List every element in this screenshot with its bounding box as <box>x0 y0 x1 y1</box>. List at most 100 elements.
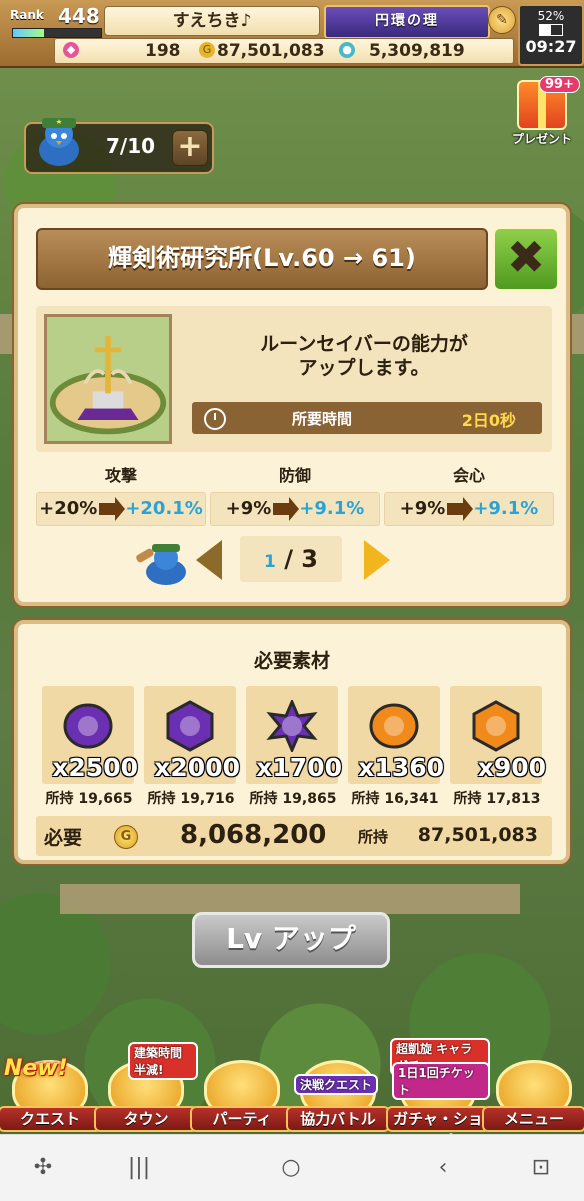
stat-from: +9% <box>399 498 446 519</box>
facility-info-panel: ルーンセイバーの能力が アップします。 所要時間 2日0秒 <box>36 306 552 452</box>
system-nav-bar: ✣ ||| ○ ‹ ⊡ <box>0 1134 584 1201</box>
material-item[interactable]: x1700 所持 19,865 <box>246 686 342 808</box>
arrow-right-icon <box>273 497 300 521</box>
nav-party[interactable]: パーティ <box>190 1060 294 1132</box>
nav-coop-battle[interactable]: 決戦クエスト 協力バトル <box>286 1060 390 1132</box>
device-status: 52% 09:27 <box>518 4 584 66</box>
nav-label: パーティ <box>190 1106 294 1132</box>
builder-count: 7/10 <box>106 134 156 158</box>
nav-label: タウン <box>94 1106 198 1132</box>
material-owned: 所持 19,665 <box>45 791 133 807</box>
materials-dialog: 必要素材 x2500 所持 19,665 x2000 所持 19,716 x1700 所持… <box>14 620 570 864</box>
close-button[interactable]: ✖ <box>492 226 560 292</box>
cost-value: 8,068,200 <box>180 820 327 850</box>
top-status-bar: Rank 448 すえちき♪ 円環の理 ✎ ◆ 198 G 87,501,083… <box>0 0 584 68</box>
gem-count: 198 <box>145 41 181 61</box>
material-item[interactable]: x2000 所持 19,716 <box>144 686 240 808</box>
material-owned: 所持 19,716 <box>147 791 235 807</box>
back-icon[interactable]: ‹ <box>430 1155 456 1181</box>
page-indicator: 1 / 3 <box>240 536 342 582</box>
material-gem-icon <box>166 700 214 752</box>
decisive-quest-badge: 決戦クエスト <box>294 1074 379 1095</box>
nav-label: メニュー <box>482 1106 584 1132</box>
player-name[interactable]: すえちき♪ <box>104 6 320 36</box>
nav-label: クエスト <box>0 1106 102 1132</box>
game-launcher-icon[interactable]: ✣ <box>30 1155 56 1181</box>
material-tile: x2500 <box>42 686 138 784</box>
material-gem-icon <box>472 700 520 752</box>
material-gem-icon <box>266 700 318 752</box>
materials-title: 必要素材 <box>253 650 330 672</box>
currency-row: ◆ 198 G 87,501,083 ● 5,309,819 <box>54 38 514 64</box>
recent-apps-icon[interactable]: ||| <box>126 1155 152 1181</box>
home-icon[interactable]: ○ <box>278 1155 304 1181</box>
description-line-2: アップします。 <box>298 357 430 379</box>
material-owned: 所持 17,813 <box>453 791 541 807</box>
builder-penguin-icon <box>39 118 79 166</box>
stat-change: +9% +9.1% <box>384 492 554 526</box>
material-tile: x2000 <box>144 686 240 784</box>
close-x-icon: ✖ <box>506 230 546 284</box>
build-time-half-badge: 建築時間 半減! <box>128 1042 198 1080</box>
material-item[interactable]: x1360 所持 16,341 <box>348 686 444 808</box>
builder-penguin-icon <box>136 544 186 585</box>
builder-counter: 7/10 + <box>24 118 214 174</box>
battery-percent: 52% <box>537 9 565 23</box>
stat-label: 攻撃 <box>104 466 137 485</box>
nav-menu[interactable]: メニュー <box>482 1060 584 1132</box>
stat-label: 防御 <box>278 466 311 485</box>
nav-town[interactable]: 建築時間 半減! タウン <box>94 1042 198 1132</box>
stat-to: +9.1% <box>473 498 539 519</box>
material-owned: 所持 16,341 <box>351 791 439 807</box>
nav-quest[interactable]: New! クエスト <box>0 1056 102 1132</box>
material-quantity: x1360 <box>358 753 444 782</box>
rank-label: Rank <box>10 8 44 22</box>
time-label: 所要時間 <box>292 410 353 428</box>
stat-change: +20% +20.1% <box>36 492 206 526</box>
page-next-button[interactable] <box>364 540 390 580</box>
time-required-row: 所要時間 2日0秒 <box>192 402 542 434</box>
dialog-title: 輝剣術研究所(Lv.60 → 61) <box>36 228 488 290</box>
stat-label: 会心 <box>452 466 485 485</box>
upgrade-dialog: 輝剣術研究所(Lv.60 → 61) ✖ ルーンセイバーの能力が アップします。… <box>14 204 570 606</box>
daily-ticket-badge: 1日1回チケット <box>392 1062 490 1100</box>
edit-pencil-icon[interactable]: ✎ <box>488 6 516 34</box>
stat-defense: 防御 +9% +9.1% <box>210 462 380 526</box>
page-prev-button[interactable] <box>196 540 222 580</box>
rank-exp-bar <box>12 28 102 38</box>
game-bottom-nav: New! クエスト 建築時間 半減! タウン パーティ 決戦クエスト 協力バトル… <box>0 1038 584 1150</box>
material-quantity: x2000 <box>154 753 240 782</box>
owned-label: 所持 <box>358 828 389 846</box>
new-badge: New! <box>4 1056 68 1081</box>
present-button[interactable]: 99+ プレゼント <box>502 76 582 150</box>
gold-coin-icon: G <box>199 42 215 58</box>
battery-icon <box>539 24 563 36</box>
material-quantity: x1700 <box>256 753 342 782</box>
present-count-badge: 99+ <box>539 76 580 93</box>
add-builder-button[interactable]: + <box>172 130 208 166</box>
sword-lab-facility-icon <box>44 314 172 444</box>
material-owned: 所持 19,865 <box>249 791 337 807</box>
material-item[interactable]: x900 所持 17,813 <box>450 686 546 808</box>
present-label: プレゼント <box>511 132 572 146</box>
stat-to: +9.1% <box>299 498 365 519</box>
stat-from: +20% <box>39 498 98 519</box>
stat-attack: 攻撃 +20% +20.1% <box>36 462 206 526</box>
material-item[interactable]: x2500 所持 19,665 <box>42 686 138 808</box>
gold-coin-icon: G <box>114 825 138 849</box>
event-banner[interactable]: 円環の理 <box>324 5 490 39</box>
rank-value: 448 <box>58 4 100 28</box>
nav-label: ガチャ・ショップ <box>386 1106 490 1150</box>
nav-gacha-shop[interactable]: 超凱旋 キャラ ガチャ 1日1回チケット ガチャ・ショップ <box>386 1038 490 1150</box>
upgrade-description: ルーンセイバーの能力が アップします。 <box>186 332 542 380</box>
material-tile: x900 <box>450 686 546 784</box>
level-up-button[interactable]: Lv アップ <box>192 912 390 968</box>
page-total: / 3 <box>284 545 319 573</box>
material-gem-icon <box>63 703 113 749</box>
material-quantity: x900 <box>477 753 546 782</box>
screen-capture-icon[interactable]: ⊡ <box>528 1155 554 1181</box>
time-value: 2日0秒 <box>461 411 516 430</box>
elixir-count: 5,309,819 <box>369 41 465 61</box>
stat-change: +9% +9.1% <box>210 492 380 526</box>
arrow-right-icon <box>99 497 126 521</box>
